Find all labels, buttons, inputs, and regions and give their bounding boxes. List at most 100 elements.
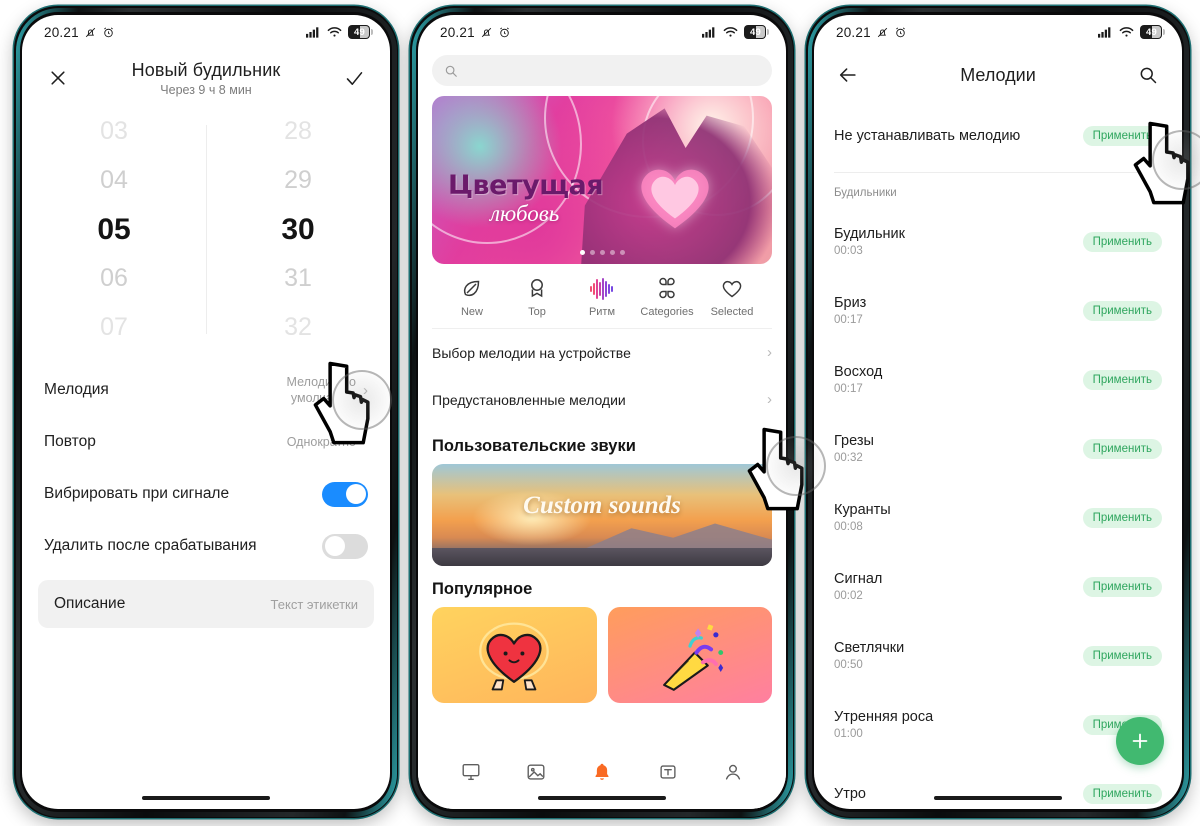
popular-card-party[interactable] <box>607 607 772 703</box>
status-bar-right: 49 <box>702 25 769 39</box>
setting-row-repeat[interactable]: Повтор Однократно › <box>44 416 368 468</box>
tab-top[interactable]: Top <box>507 276 567 318</box>
hour-wheel[interactable]: 03 04 05 06 07 <box>22 107 206 352</box>
picker-value[interactable]: 06 <box>100 254 128 303</box>
picker-value[interactable]: 03 <box>100 107 128 156</box>
apply-button[interactable]: Применить <box>1082 438 1162 459</box>
battery-level: 49 <box>354 26 365 38</box>
picker-value-selected[interactable]: 30 <box>281 205 314 254</box>
melody-duration: 00:02 <box>834 590 863 602</box>
close-icon[interactable] <box>44 64 72 92</box>
search-input[interactable] <box>432 55 772 86</box>
alarm-editor-header: Новый будильник Через 9 ч 8 мин <box>22 49 390 101</box>
time-picker[interactable]: 03 04 05 06 07 28 29 30 31 32 <box>22 107 390 352</box>
carousel-dot[interactable] <box>579 250 585 255</box>
cellular-signal-icon <box>306 26 321 38</box>
minute-wheel[interactable]: 28 29 30 31 32 <box>206 107 390 352</box>
apply-button[interactable]: Применить <box>1082 576 1162 597</box>
apply-button[interactable]: Применить <box>1082 369 1162 390</box>
nav-text[interactable] <box>657 761 679 788</box>
tab-categories[interactable]: Categories <box>637 276 697 318</box>
arrow-left-icon[interactable] <box>834 61 862 89</box>
description-field[interactable]: Описание Текст этикетки <box>38 580 374 628</box>
menu-row-preset-melodies[interactable]: Предустановленные мелодии › <box>418 376 786 423</box>
vibrate-toggle[interactable] <box>322 481 368 507</box>
picker-value[interactable]: 31 <box>284 254 312 303</box>
bell-slash-icon <box>876 26 889 39</box>
melody-row[interactable]: Утро Применить <box>834 759 1162 809</box>
melody-list: Не устанавливать мелодию Применить Будил… <box>814 101 1182 809</box>
tab-new[interactable]: New <box>442 276 502 318</box>
setting-row-vibrate[interactable]: Вибрировать при сигнале <box>44 468 368 520</box>
alarm-clock-icon <box>498 26 511 39</box>
picker-value[interactable]: 07 <box>100 303 128 352</box>
bell-icon <box>595 763 609 780</box>
popular-card-heart[interactable] <box>432 607 597 703</box>
picker-value-selected[interactable]: 05 <box>97 205 130 254</box>
setting-row-melody[interactable]: Мелодия Мелодия по умолчанию › <box>44 364 368 416</box>
melody-row[interactable]: Бриз 00:17 Применить <box>834 276 1162 345</box>
melody-row-none[interactable]: Не устанавливать мелодию Применить <box>834 101 1162 170</box>
apply-button[interactable]: Применить <box>1082 300 1162 321</box>
apply-button[interactable]: Применить <box>1082 125 1162 146</box>
heart-character-icon <box>479 622 550 691</box>
melody-name-block: Бриз 00:17 <box>834 295 1083 326</box>
custom-sounds-banner-text: Custom sounds <box>523 492 681 519</box>
picker-value[interactable]: 32 <box>284 303 312 352</box>
melody-row[interactable]: Будильник 00:03 Применить <box>834 207 1162 276</box>
carousel-dot[interactable] <box>609 250 615 255</box>
banner-title-line2: любовь <box>490 201 560 226</box>
person-icon <box>726 764 741 780</box>
carousel-dots[interactable] <box>432 250 772 255</box>
picker-value[interactable]: 04 <box>100 156 128 205</box>
cellular-signal-icon <box>702 26 717 38</box>
delete-after-toggle[interactable] <box>322 533 368 559</box>
apply-button[interactable]: Применить <box>1082 645 1162 666</box>
picker-value[interactable]: 28 <box>284 107 312 156</box>
wifi-icon <box>327 26 342 38</box>
tab-label: Ритм <box>588 306 616 318</box>
melody-row[interactable]: Грезы 00:32 Применить <box>834 414 1162 483</box>
picker-value[interactable]: 29 <box>284 156 312 205</box>
melody-row[interactable]: Сигнал 00:02 Применить <box>834 552 1162 621</box>
melody-row[interactable]: Светлячки 00:50 Применить <box>834 621 1162 690</box>
melody-row[interactable]: Куранты 00:08 Применить <box>834 483 1162 552</box>
heart-glow-icon <box>641 169 709 229</box>
nav-wallpaper[interactable] <box>460 761 482 788</box>
status-time: 20.21 <box>836 24 871 40</box>
melody-row[interactable]: Восход 00:17 Применить <box>834 345 1162 414</box>
custom-sounds-banner[interactable]: Custom sounds <box>432 464 772 566</box>
melody-rows-container: Будильник 00:03 Применить Бриз 00:17 Применит… <box>834 207 1162 809</box>
alarm-settings-list: Мелодия Мелодия по умолчанию › Повтор Од… <box>22 352 390 572</box>
home-indicator <box>934 796 1062 800</box>
apply-button[interactable]: Применить <box>1082 507 1162 528</box>
carousel-dot[interactable] <box>589 250 595 255</box>
alarm-clock-icon <box>894 26 907 39</box>
promo-banner[interactable]: Цветущая любовь <box>432 96 772 264</box>
confirm-check-icon[interactable] <box>340 64 368 92</box>
nav-ringtones[interactable] <box>591 761 613 788</box>
grid-icon <box>659 277 675 299</box>
carousel-dot[interactable] <box>619 250 625 255</box>
setting-row-delete-after[interactable]: Удалить после срабатывания <box>44 520 368 572</box>
search-icon[interactable] <box>1134 61 1162 89</box>
apply-button[interactable]: Применить <box>1082 783 1162 804</box>
melody-name: Не устанавливать мелодию <box>834 127 1021 144</box>
battery-indicator: 49 <box>1140 25 1165 39</box>
carousel-dot[interactable] <box>599 250 605 255</box>
banner-title-line1: Цветущая <box>448 170 604 201</box>
tab-rhythm[interactable]: Ритм <box>572 276 632 318</box>
melody-name-block: Куранты 00:08 <box>834 502 1083 533</box>
nav-image[interactable] <box>525 761 547 788</box>
wifi-icon <box>723 26 738 38</box>
tab-selected[interactable]: Selected <box>702 276 762 318</box>
apply-button[interactable]: Применить <box>1082 231 1162 252</box>
melody-row[interactable]: Утренняя роса01:00Применить <box>834 690 1162 759</box>
add-fab-button[interactable] <box>1116 717 1164 765</box>
section-title-custom-sounds: Пользовательские звуки <box>432 437 636 455</box>
nav-profile[interactable] <box>722 761 744 788</box>
melody-name: Бриз <box>834 295 867 311</box>
popular-grid <box>418 607 786 703</box>
melody-name: Светлячки <box>834 640 905 656</box>
menu-row-device-melody[interactable]: Выбор мелодии на устройстве › <box>418 329 786 376</box>
